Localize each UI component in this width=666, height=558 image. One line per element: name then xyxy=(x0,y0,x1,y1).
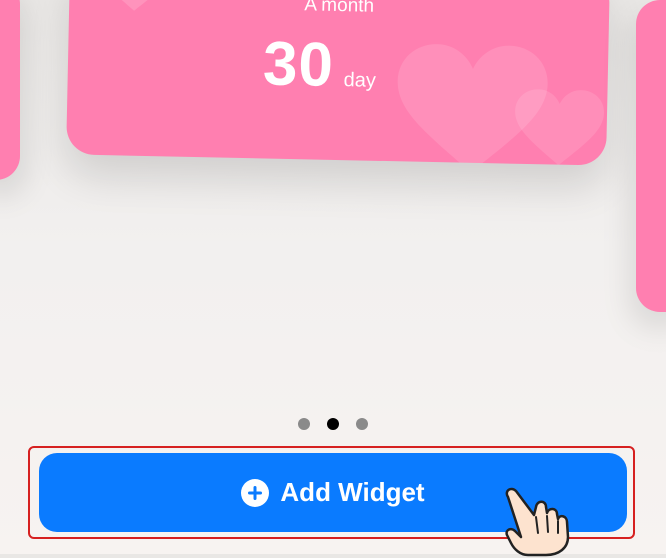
widget-preview-card[interactable]: A month 30 day xyxy=(66,0,610,166)
page-indicator[interactable] xyxy=(0,418,666,430)
widget-caption: A month xyxy=(304,0,375,17)
widget-card-previous[interactable] xyxy=(0,0,20,180)
day-unit: day xyxy=(343,69,377,92)
page-dot-active[interactable] xyxy=(327,418,339,430)
add-widget-label: Add Widget xyxy=(280,477,425,507)
page-dot[interactable] xyxy=(356,418,368,430)
page-dot[interactable] xyxy=(298,418,310,430)
hand-pointer-icon xyxy=(505,487,570,557)
heart-icon xyxy=(515,89,605,166)
plus-circle-icon xyxy=(241,478,270,507)
day-count-row: 30 day xyxy=(262,28,377,101)
day-count: 30 xyxy=(262,29,335,100)
widget-card-next[interactable] xyxy=(636,0,666,312)
